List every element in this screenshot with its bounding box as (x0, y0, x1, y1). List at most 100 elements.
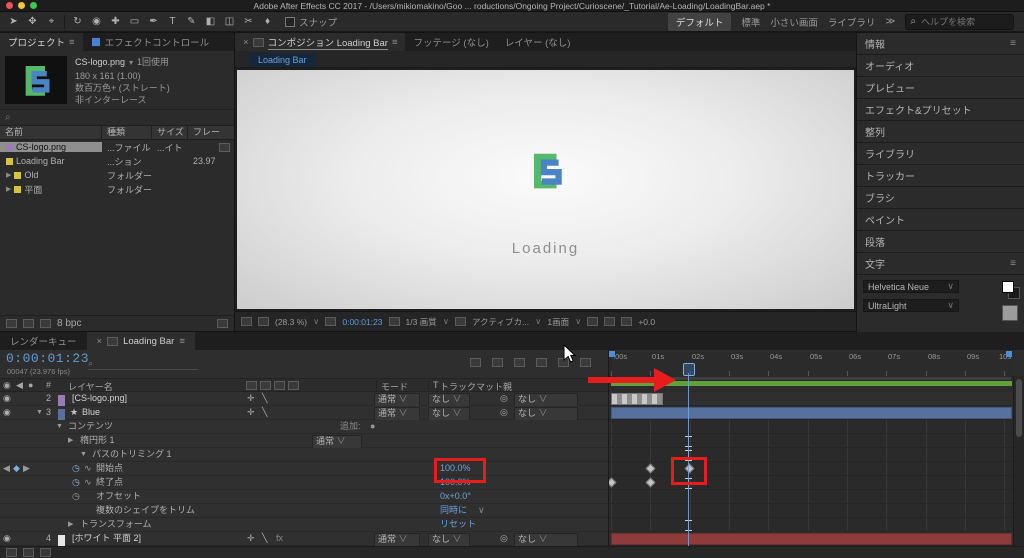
lane-trim-multiple[interactable] (609, 504, 1014, 518)
footage-thumbnail[interactable] (5, 56, 67, 104)
workspace-tab-default[interactable]: デフォルト (667, 12, 732, 31)
font-family-dropdown[interactable]: Helvetica Neue ∨ (863, 280, 959, 293)
eraser-tool-icon[interactable]: ◫ (220, 16, 239, 27)
lane-trim-paths[interactable] (609, 448, 1014, 462)
parent-pickwhip-icon[interactable]: ◎ (500, 406, 508, 420)
expand-in-out-icon[interactable] (40, 548, 51, 557)
layer-row-blue[interactable]: ◉ ▼ 3 ★ Blue ✛ ╲ 通常 ∨ なし ∨ ◎ なし ∨ (0, 406, 608, 423)
lane-blue[interactable] (609, 406, 1014, 420)
tab-render-queue[interactable]: レンダーキュー (0, 332, 87, 350)
roi-icon[interactable] (454, 317, 466, 326)
trim-multiple-value[interactable]: 同時に (440, 504, 467, 518)
main-display-icon[interactable] (258, 317, 269, 326)
track-matte-dropdown[interactable]: なし ∨ (428, 533, 470, 547)
playhead[interactable] (683, 363, 695, 376)
snap-checkbox[interactable] (285, 16, 295, 27)
panel-info[interactable]: 情報 ≡ (857, 33, 1024, 55)
tab-layer[interactable]: レイヤー (なし) (497, 33, 579, 51)
tab-effect-controls[interactable]: エフェクトコントロール (83, 33, 218, 51)
eye-icon[interactable]: ◉ (3, 392, 11, 406)
frame-blending-icon[interactable] (536, 358, 547, 367)
column-type[interactable]: 種類 (102, 126, 152, 139)
property-row-end[interactable]: ◷ ∿ 終了点 100.0% (0, 476, 608, 490)
quality-switch-icon[interactable]: ╲ (262, 392, 267, 406)
lane-ellipse[interactable] (609, 434, 1014, 448)
label-color-swatch[interactable] (14, 185, 22, 193)
trash-icon[interactable] (217, 319, 228, 328)
chevron-down-icon[interactable]: ∨ (313, 316, 319, 327)
shy-switch-icon[interactable]: ✛ (247, 406, 255, 420)
parent-pickwhip-icon[interactable]: ◎ (500, 392, 508, 406)
twirl-icon[interactable]: ▶ (6, 185, 11, 193)
label-color-swatch[interactable] (6, 157, 13, 165)
bit-depth-label[interactable]: 8 bpc (57, 318, 81, 329)
panel-paint[interactable]: ペイント (857, 209, 1024, 231)
work-area-start-marker[interactable] (609, 351, 615, 357)
project-search-row[interactable]: ⌕ (0, 109, 234, 126)
project-row-old-folder[interactable]: ▶ Old フォルダー (0, 168, 234, 182)
chevron-down-icon[interactable]: ∨ (443, 316, 449, 327)
twirl-closed-icon[interactable]: ▶ (68, 518, 73, 532)
viewer-tab-loading-bar[interactable]: Loading Bar (249, 53, 316, 67)
scrollbar-thumb[interactable] (1016, 379, 1022, 437)
graph-editor-icon[interactable] (580, 358, 591, 367)
prev-keyframe-icon[interactable]: ◀ (3, 462, 10, 476)
column-number[interactable]: # (46, 380, 51, 390)
layer-name[interactable]: [ホワイト 平面 2] (72, 532, 141, 546)
panel-character[interactable]: 文字 ≡ (857, 253, 1024, 275)
tab-project[interactable]: プロジェクト ≡ (0, 33, 83, 51)
quality-switch-icon[interactable]: ╲ (262, 406, 267, 420)
keyframe-diamond[interactable] (645, 477, 656, 488)
new-composition-icon[interactable] (40, 319, 51, 328)
add-keyframe-icon[interactable]: ◆ (13, 462, 20, 476)
camera-value[interactable]: アクティブカ... (472, 316, 529, 328)
fast-previews-icon[interactable] (604, 317, 616, 326)
eye-icon[interactable]: ◉ (3, 532, 11, 546)
close-icon[interactable]: × (97, 336, 103, 347)
panel-brushes[interactable]: ブラシ (857, 187, 1024, 209)
lane-offset[interactable] (609, 490, 1014, 504)
close-icon[interactable]: × (243, 37, 249, 48)
parent-pickwhip-icon[interactable]: ◎ (500, 532, 508, 546)
column-matte-toggle[interactable]: T (428, 380, 439, 390)
pixel-aspect-icon[interactable] (587, 317, 599, 326)
blend-mode-dropdown[interactable]: 通常 ∨ (374, 533, 420, 547)
timeline-search[interactable]: ⌕ (88, 358, 198, 370)
lane-white-solid[interactable] (609, 532, 1014, 546)
property-row-offset[interactable]: ◷ オフセット 0x+0.0° (0, 490, 608, 504)
offset-value[interactable]: 0x+0.0° (440, 490, 471, 504)
property-row-trim-paths[interactable]: ▼ パスのトリミング 1 (0, 448, 608, 462)
panel-effects-presets[interactable]: エフェクト&プリセット (857, 99, 1024, 121)
project-row-cs-logo[interactable]: CS-logo.png ...ファイル ...イト (0, 140, 234, 154)
label-color-swatch[interactable] (6, 143, 13, 151)
panel-align[interactable]: 整列 (857, 121, 1024, 143)
panel-menu-icon[interactable]: ≡ (69, 37, 75, 48)
chevron-down-icon[interactable]: ▼ (128, 60, 135, 67)
brush-tool-icon[interactable]: ✎ (182, 16, 201, 27)
current-timecode[interactable]: 0:00:01:23 (6, 351, 89, 366)
hide-shy-layers-icon[interactable] (514, 358, 525, 367)
fill-color-swatch[interactable] (1002, 281, 1014, 293)
blend-mode-dropdown[interactable]: 通常 ∨ (374, 407, 420, 421)
help-search-input[interactable] (919, 15, 1009, 28)
clone-stamp-tool-icon[interactable]: ◧ (201, 16, 220, 27)
workspace-tab-standard[interactable]: 標準 (741, 15, 760, 29)
keyframe-diamond[interactable] (645, 463, 656, 474)
timeline-lanes[interactable] (609, 392, 1014, 546)
viewer-timecode[interactable]: 0:00:01:23 (342, 317, 382, 327)
type-tool-icon[interactable]: T (163, 16, 182, 27)
twirl-open-icon[interactable]: ▼ (80, 448, 87, 462)
safe-guides-icon[interactable] (325, 317, 337, 326)
expand-transfer-controls-icon[interactable] (23, 548, 34, 557)
panel-menu-icon[interactable]: ≡ (1010, 258, 1016, 269)
panel-libraries[interactable]: ライブラリ (857, 143, 1024, 165)
panel-paragraph[interactable]: 段落 (857, 231, 1024, 253)
stopwatch-icon[interactable]: ◷ (72, 476, 80, 490)
new-folder-icon[interactable] (23, 319, 34, 328)
snapshot-icon[interactable] (388, 317, 400, 326)
workspace-tab-small-screen[interactable]: 小さい画面 (770, 15, 818, 29)
lane-transform[interactable] (609, 518, 1014, 532)
next-keyframe-icon[interactable]: ▶ (23, 462, 30, 476)
magnification-value[interactable]: (28.3 %) (275, 317, 307, 327)
layer-name[interactable]: [CS-logo.png] (72, 392, 127, 406)
